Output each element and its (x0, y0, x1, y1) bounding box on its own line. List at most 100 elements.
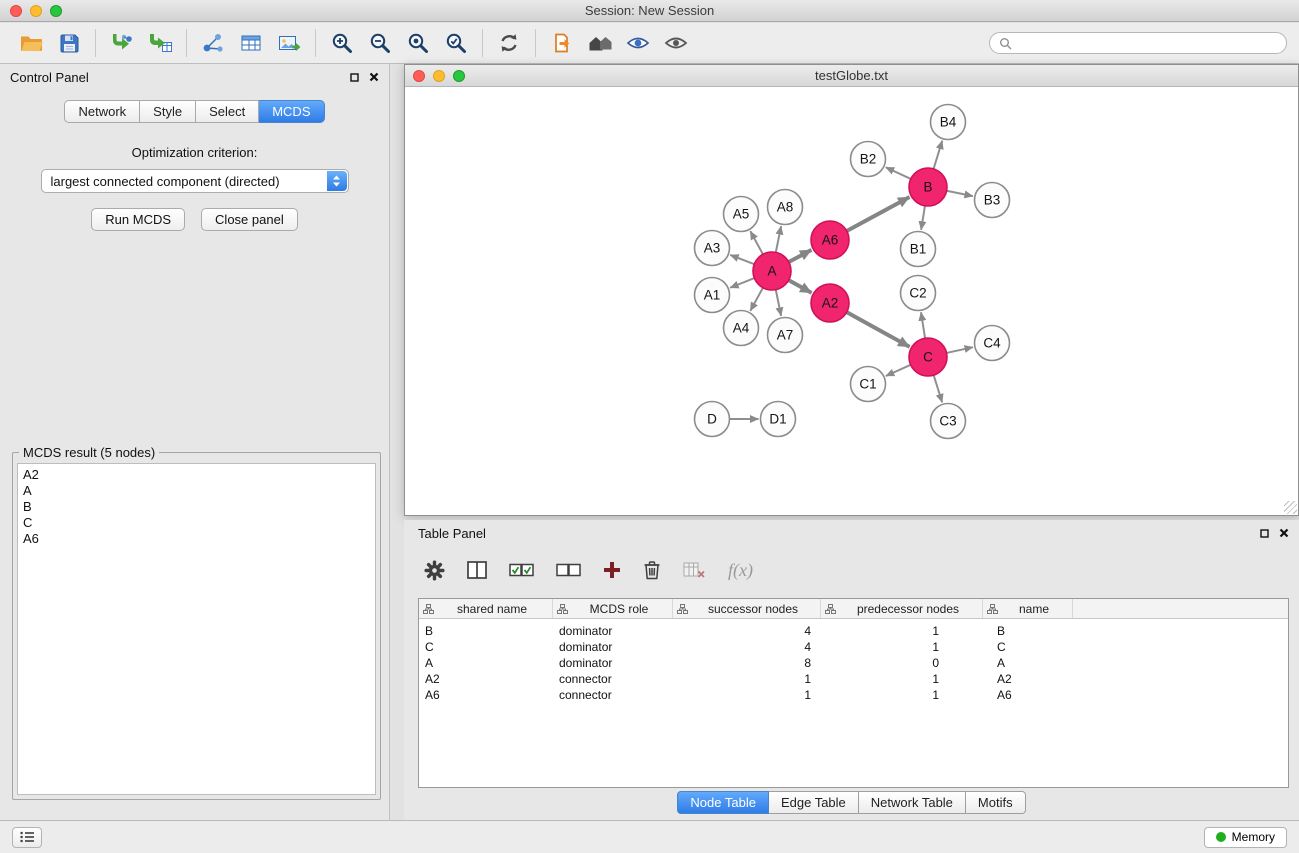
graph-node-C2[interactable]: C2 (901, 276, 936, 311)
tab-edge-table[interactable]: Edge Table (769, 791, 859, 814)
column-header[interactable]: MCDS role (553, 599, 673, 618)
graph-edge-B-B1[interactable] (921, 206, 925, 230)
graph-node-B4[interactable]: B4 (931, 105, 966, 140)
network-zoom-icon[interactable] (453, 70, 465, 82)
tab-network[interactable]: Network (64, 100, 140, 123)
search-field[interactable] (989, 32, 1287, 54)
mcds-result-item[interactable]: A2 (23, 467, 370, 483)
graph-node-A2[interactable]: A2 (811, 284, 849, 322)
close-table-panel-icon[interactable] (1279, 528, 1289, 538)
resize-grip[interactable] (1284, 501, 1297, 514)
show-column-panel-icon[interactable] (467, 561, 487, 579)
tab-mcds[interactable]: MCDS (259, 100, 324, 123)
graph-edge-A2-C[interactable] (847, 312, 910, 347)
table-row[interactable]: A6connector11A6 (419, 687, 1288, 703)
graph-node-C4[interactable]: C4 (975, 326, 1010, 361)
graph-edge-C-C4[interactable] (947, 347, 973, 353)
graph-node-B3[interactable]: B3 (975, 183, 1010, 218)
import-network-from-file-icon[interactable] (103, 27, 141, 59)
graph-edge-A-A4[interactable] (750, 288, 763, 311)
column-header[interactable]: shared name (419, 599, 553, 618)
home-icon[interactable] (581, 27, 619, 59)
graph-node-C[interactable]: C (909, 338, 947, 376)
function-builder-icon[interactable]: f(x) (728, 560, 753, 581)
run-mcds-button[interactable]: Run MCDS (91, 208, 185, 231)
memory-button[interactable]: Memory (1204, 827, 1287, 848)
tab-node-table[interactable]: Node Table (677, 791, 769, 814)
graph-node-A[interactable]: A (753, 252, 791, 290)
network-minimize-icon[interactable] (433, 70, 445, 82)
graph-edge-A6-B[interactable] (847, 197, 910, 231)
graph-node-A8[interactable]: A8 (768, 190, 803, 225)
tab-select[interactable]: Select (196, 100, 259, 123)
zoom-out-icon[interactable] (361, 27, 399, 59)
close-panel-icon[interactable] (369, 72, 379, 82)
close-window-icon[interactable] (10, 5, 22, 17)
network-canvas[interactable]: B4 B2 B B3 A5 A8A6 B1 A3 A C2 A1 A2 A4 A7 C4 C C1 C3 D D1 (405, 88, 1298, 515)
open-session-icon[interactable] (12, 27, 50, 59)
tab-motifs[interactable]: Motifs (966, 791, 1026, 814)
graph-node-C1[interactable]: C1 (851, 367, 886, 402)
graph-edge-C-C2[interactable] (921, 312, 925, 338)
graph-node-A4[interactable]: A4 (724, 311, 759, 346)
graph-node-A6[interactable]: A6 (811, 221, 849, 259)
graph-edge-B-B3[interactable] (947, 191, 973, 196)
graph-node-A7[interactable]: A7 (768, 318, 803, 353)
graph-edge-A-A2[interactable] (789, 280, 812, 293)
toggle-style-icon[interactable] (619, 27, 657, 59)
graph-node-A3[interactable]: A3 (695, 231, 730, 266)
table-row[interactable]: Bdominator41B (419, 623, 1288, 639)
network-close-icon[interactable] (413, 70, 425, 82)
graph-node-B1[interactable]: B1 (901, 232, 936, 267)
save-session-icon[interactable] (50, 27, 88, 59)
table-row[interactable]: A2connector11A2 (419, 671, 1288, 687)
graph-node-D[interactable]: D (695, 402, 730, 437)
search-input[interactable] (1018, 36, 1277, 51)
import-table-from-file-icon[interactable] (141, 27, 179, 59)
open-recent-icon[interactable] (543, 27, 581, 59)
graph-edge-C-C3[interactable] (934, 375, 943, 402)
task-history-icon[interactable] (12, 827, 42, 848)
column-header[interactable]: successor nodes (673, 599, 821, 618)
graph-node-A5[interactable]: A5 (724, 197, 759, 232)
delete-table-icon[interactable] (683, 562, 706, 578)
tab-style[interactable]: Style (140, 100, 196, 123)
graph-edge-C-C1[interactable] (886, 365, 911, 376)
graph-edge-A-A1[interactable] (730, 278, 754, 288)
refresh-icon[interactable] (490, 27, 528, 59)
export-image-icon[interactable] (270, 27, 308, 59)
graph-edge-A-A6[interactable] (789, 250, 812, 262)
zoom-fit-icon[interactable] (399, 27, 437, 59)
float-table-panel-icon[interactable] (1260, 529, 1269, 538)
zoom-window-icon[interactable] (50, 5, 62, 17)
mcds-result-item[interactable]: A (23, 483, 370, 499)
graph-node-D1[interactable]: D1 (761, 402, 796, 437)
deselect-all-columns-icon[interactable] (556, 562, 581, 578)
table-row[interactable]: Adominator80A (419, 655, 1288, 671)
mcds-result-item[interactable]: C (23, 515, 370, 531)
zoom-in-icon[interactable] (323, 27, 361, 59)
graph-node-C3[interactable]: C3 (931, 404, 966, 439)
column-header[interactable]: predecessor nodes (821, 599, 983, 618)
minimize-window-icon[interactable] (30, 5, 42, 17)
graph-node-B[interactable]: B (909, 168, 947, 206)
graph-node-B2[interactable]: B2 (851, 142, 886, 177)
graph-edge-A-A8[interactable] (776, 226, 781, 252)
graph-node-A1[interactable]: A1 (695, 278, 730, 313)
column-header[interactable]: name (983, 599, 1073, 618)
graph-edge-A-A5[interactable] (750, 231, 763, 254)
zoom-selected-icon[interactable] (437, 27, 475, 59)
new-table-icon[interactable] (232, 27, 270, 59)
graph-edge-B-B4[interactable] (934, 141, 943, 169)
mcds-result-item[interactable]: A6 (23, 531, 370, 547)
graph-edge-B-B2[interactable] (886, 167, 911, 179)
graph-edge-A-A7[interactable] (776, 290, 781, 316)
optimization-criterion-dropdown[interactable]: largest connected component (directed) (41, 169, 349, 193)
tab-network-table[interactable]: Network Table (859, 791, 966, 814)
close-panel-button[interactable]: Close panel (201, 208, 298, 231)
table-row[interactable]: Cdominator41C (419, 639, 1288, 655)
graph-edge-A-A3[interactable] (730, 255, 754, 264)
float-panel-icon[interactable] (350, 73, 359, 82)
new-network-icon[interactable] (194, 27, 232, 59)
delete-column-trash-icon[interactable] (643, 560, 661, 580)
